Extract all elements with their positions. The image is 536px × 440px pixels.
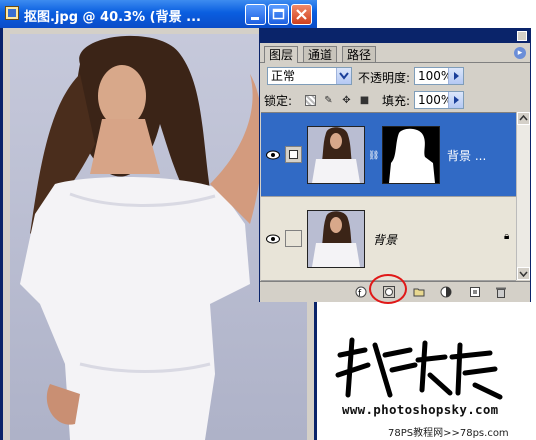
panel-close-button[interactable] xyxy=(517,31,527,41)
watermark-url: www.photoshopsky.com xyxy=(342,402,499,417)
lock-paint-brush-icon[interactable]: ✎ xyxy=(323,95,334,106)
tab-divider xyxy=(260,62,530,63)
layer-mask-thumbnail[interactable] xyxy=(382,126,440,184)
layers-list: ⛓ 背景 ... 背景 🔒︎ xyxy=(261,112,516,281)
layer-row-masked[interactable]: ⛓ 背景 ... xyxy=(261,113,516,197)
document-titlebar[interactable]: 抠图.jpg @ 40.3% (背景 ... xyxy=(0,0,317,28)
tab-layers[interactable]: 图层 xyxy=(264,46,299,63)
maximize-icon xyxy=(272,8,285,20)
lock-all-icon[interactable]: ■ xyxy=(359,95,370,106)
lock-label: 锁定: xyxy=(264,94,293,108)
layer-mask-indicator-icon[interactable] xyxy=(285,146,302,163)
tab-paths[interactable]: 路径 xyxy=(342,46,377,63)
panel-grip-bar[interactable] xyxy=(260,29,530,43)
opacity-input[interactable]: 100% xyxy=(414,67,464,85)
blend-mode-select[interactable]: 正常 xyxy=(267,67,352,85)
photoshop-document-icon xyxy=(5,6,19,20)
eye-visibility-icon[interactable] xyxy=(266,234,280,244)
fill-slider-arrow-icon[interactable] xyxy=(448,92,463,108)
layer-style-icon[interactable]: f xyxy=(355,286,367,298)
tab-channels[interactable]: 通道 xyxy=(303,46,338,63)
calligraphy-watermark xyxy=(335,337,503,400)
document-title: 抠图.jpg @ 40.3% (背景 ... xyxy=(24,10,201,25)
new-layer-icon[interactable] xyxy=(469,286,481,298)
layer-name-masked: 背景 ... xyxy=(447,149,487,163)
adjustment-layer-icon[interactable] xyxy=(440,286,452,298)
close-button[interactable] xyxy=(291,4,312,25)
layer-link-box[interactable] xyxy=(285,230,302,247)
lock-transparency-icon[interactable] xyxy=(305,95,316,106)
minimize-icon xyxy=(251,17,259,20)
trash-icon[interactable] xyxy=(495,286,507,298)
fill-input[interactable]: 100% xyxy=(414,91,464,109)
scroll-down-icon[interactable] xyxy=(517,267,530,280)
layer-name-background: 背景 xyxy=(373,233,398,247)
minimize-button[interactable] xyxy=(245,4,266,25)
background-thumbnail[interactable] xyxy=(307,210,365,268)
maximize-button[interactable] xyxy=(268,4,289,25)
opacity-slider-arrow-icon[interactable] xyxy=(448,68,463,84)
fill-label: 填充: xyxy=(382,94,411,108)
scroll-up-icon[interactable] xyxy=(517,112,530,125)
new-group-icon[interactable] xyxy=(413,286,425,298)
layers-panel: 图层 通道 路径 ▸ 正常 不透明度: 100% 锁定: ✎ ✥ ■ 填充: 1… xyxy=(259,28,531,302)
layer-row-background[interactable]: 背景 🔒︎ xyxy=(261,197,516,281)
lock-move-icon[interactable]: ✥ xyxy=(341,95,352,106)
chain-link-icon[interactable]: ⛓ xyxy=(368,151,379,161)
chevron-down-icon xyxy=(336,68,351,84)
watermark-site: 78PS教程网>>78ps.com xyxy=(388,428,509,439)
eye-visibility-icon[interactable] xyxy=(266,150,280,160)
opacity-label: 不透明度: xyxy=(358,71,411,85)
layer-lock-icon: 🔒︎ xyxy=(504,231,510,242)
close-icon xyxy=(296,9,307,20)
panel-menu-icon[interactable]: ▸ xyxy=(514,47,526,59)
layer-thumbnail[interactable] xyxy=(307,126,365,184)
highlight-circle xyxy=(369,274,407,304)
blend-mode-value: 正常 xyxy=(271,69,296,83)
layers-scrollbar[interactable] xyxy=(516,112,530,280)
